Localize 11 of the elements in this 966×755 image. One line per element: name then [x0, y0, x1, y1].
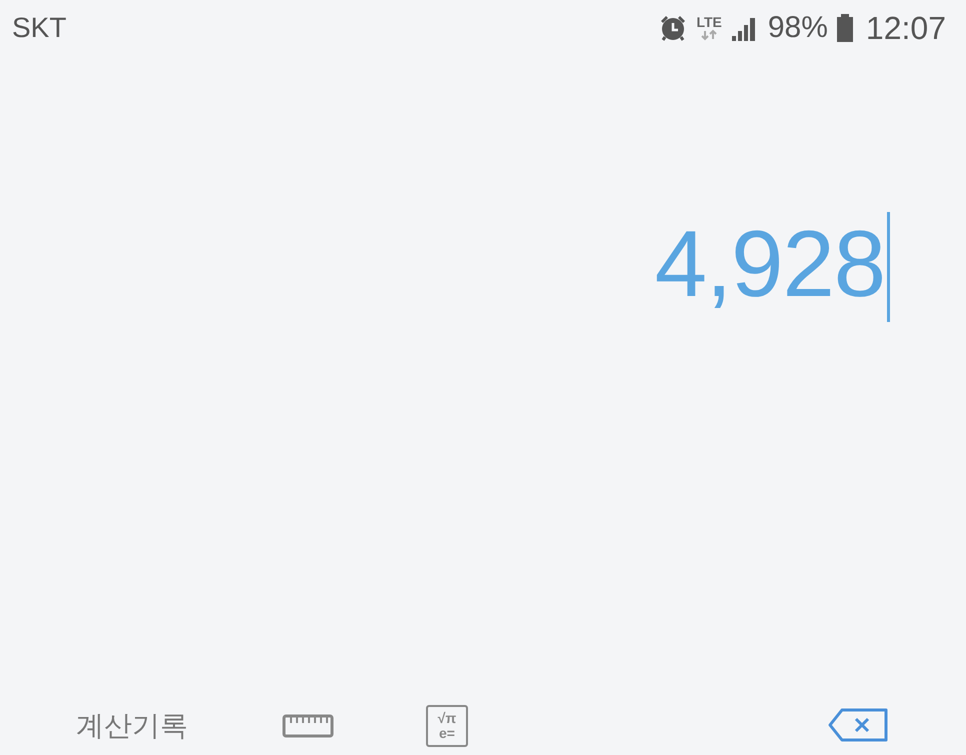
carrier-name: SKT — [12, 12, 68, 44]
display-value: 4,928 — [654, 212, 885, 316]
network-indicator: LTE — [696, 15, 722, 41]
battery-percentage: 98% — [768, 11, 828, 45]
backspace-icon — [828, 708, 890, 742]
battery-icon — [836, 13, 854, 43]
history-button[interactable]: 계산기록 — [76, 707, 188, 745]
clock-time: 12:07 — [866, 10, 946, 46]
backspace-button[interactable] — [828, 708, 890, 744]
scientific-mode-button[interactable]: √π e= — [426, 705, 468, 747]
ruler-icon[interactable] — [282, 713, 334, 739]
